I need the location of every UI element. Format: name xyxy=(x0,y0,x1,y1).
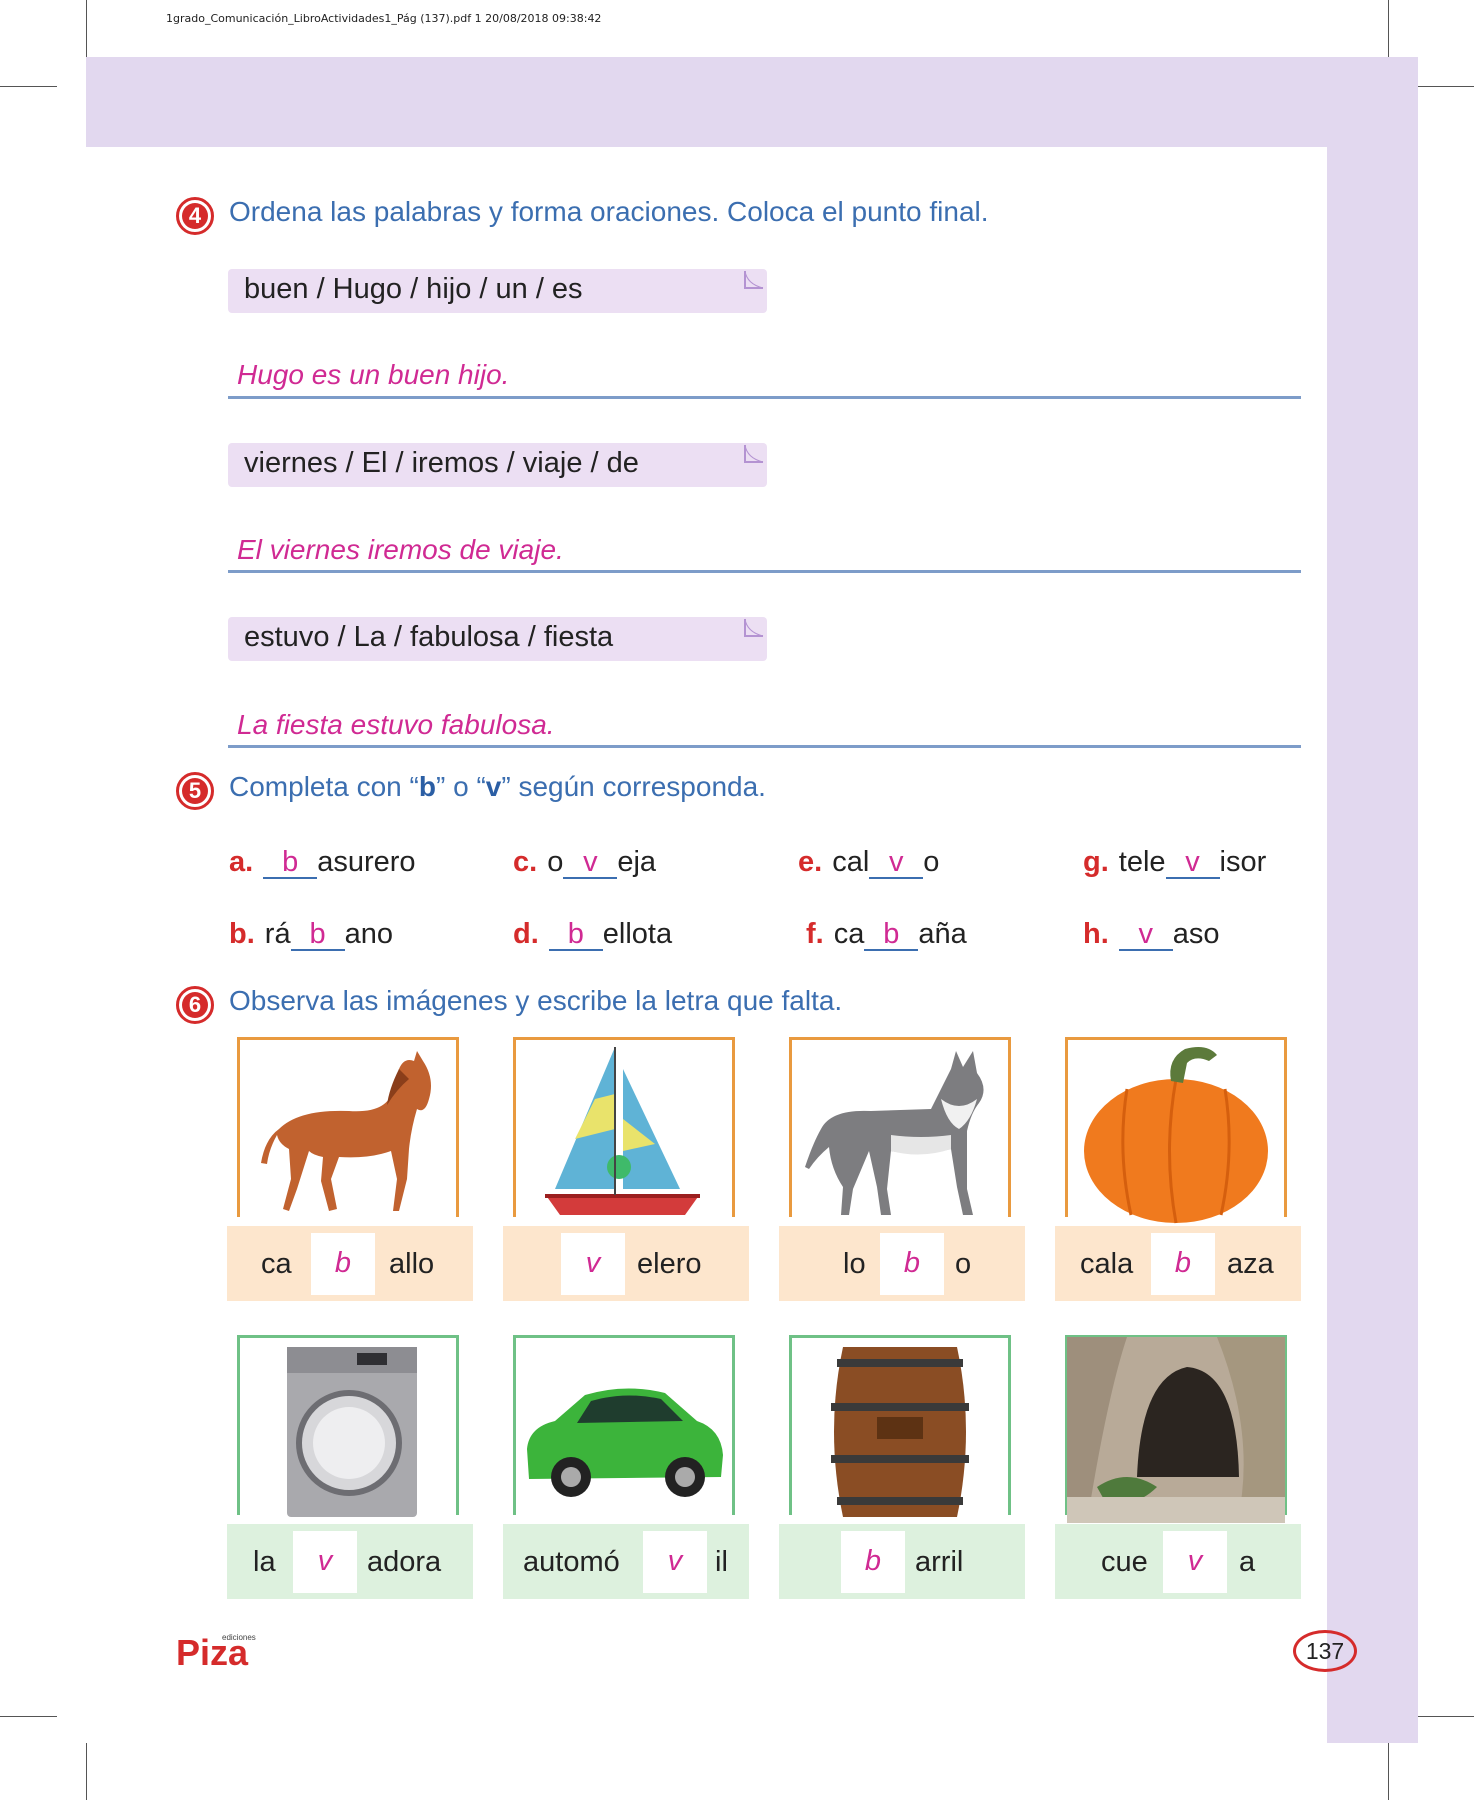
letter-b: b xyxy=(418,771,436,802)
word-band: ca b allo xyxy=(227,1226,473,1301)
letter-slot[interactable]: v xyxy=(643,1531,707,1593)
sailboat-image xyxy=(545,1047,700,1215)
crop-mark xyxy=(86,0,87,57)
word-strip: viernes / El / iremos / viaje / de xyxy=(228,443,767,487)
horse-image xyxy=(261,1051,431,1211)
answer-sentence[interactable]: Hugo es un buen hijo. xyxy=(237,359,509,391)
fill-item-c: c. o v eja xyxy=(513,846,657,879)
picture-card: cala b aza xyxy=(1055,1037,1301,1301)
fill-item-h: h. v aso xyxy=(1083,918,1220,951)
fill-item-b: b. rá b ano xyxy=(229,918,393,951)
word-band: cue v a xyxy=(1055,1524,1301,1599)
picture-card: ca b allo xyxy=(227,1037,473,1301)
car-image xyxy=(527,1388,723,1497)
crop-mark xyxy=(1418,1716,1474,1717)
word-band: automó v il xyxy=(503,1524,749,1599)
picture-card: cue v a xyxy=(1055,1335,1301,1599)
crop-mark xyxy=(1388,0,1389,57)
wolf-image xyxy=(805,1051,984,1215)
barrel-image xyxy=(831,1347,969,1517)
washing-machine-image xyxy=(287,1347,417,1517)
section-6-instruction: Observa las imágenes y escribe la letra … xyxy=(229,985,843,1016)
instruction-text: ” según corresponda. xyxy=(501,771,766,802)
word-band: la v adora xyxy=(227,1524,473,1599)
word-band: lo b o xyxy=(779,1226,1025,1301)
crop-mark xyxy=(0,86,57,87)
letter-v: v xyxy=(485,771,502,802)
word-band: cala b aza xyxy=(1055,1226,1301,1301)
section-4-instruction: Ordena las palabras y forma oraciones. C… xyxy=(229,196,989,227)
page-fold-icon xyxy=(744,618,764,637)
section-5-badge: 5 xyxy=(176,772,214,810)
crop-mark xyxy=(0,1716,57,1717)
fill-item-a: a. b asurero xyxy=(229,846,416,879)
letter-blank[interactable]: v xyxy=(563,847,618,879)
section-5-instruction: Completa con “b” o “v” según corresponda… xyxy=(229,771,766,803)
crop-mark xyxy=(1418,86,1474,87)
letter-slot[interactable]: b xyxy=(311,1233,375,1295)
top-band xyxy=(86,57,1418,147)
scrambled-words: buen / Hugo / hijo / un / es xyxy=(244,273,583,305)
answer-sentence[interactable]: El viernes iremos de viaje. xyxy=(237,534,564,566)
right-band xyxy=(1327,147,1418,1743)
fill-item-d: d. b ellota xyxy=(513,918,673,951)
answer-line xyxy=(228,396,1301,399)
word-band: v elero xyxy=(503,1226,749,1301)
letter-blank[interactable]: v xyxy=(1118,919,1173,951)
letter-blank[interactable]: b xyxy=(290,919,345,951)
letter-blank[interactable]: b xyxy=(263,847,318,879)
picture-card: lo b o xyxy=(779,1037,1025,1301)
answer-line xyxy=(228,570,1301,573)
crop-mark xyxy=(86,1743,87,1800)
letter-blank[interactable]: b xyxy=(864,919,919,951)
letter-slot[interactable]: b xyxy=(1151,1233,1215,1295)
piza-logo-icon: Piza ediciones xyxy=(176,1633,256,1667)
letter-blank[interactable]: v xyxy=(869,847,924,879)
section-6-badge: 6 xyxy=(176,986,214,1024)
letter-slot[interactable]: b xyxy=(841,1531,905,1593)
picture-card: b arril xyxy=(779,1335,1025,1599)
cave-image xyxy=(1067,1337,1285,1523)
letter-slot[interactable]: b xyxy=(880,1233,944,1295)
word-strip: buen / Hugo / hijo / un / es xyxy=(228,269,767,313)
crop-mark xyxy=(1388,1743,1389,1800)
page-fold-icon xyxy=(744,270,764,289)
page-fold-icon xyxy=(744,444,764,463)
word-band: b arril xyxy=(779,1524,1025,1599)
instruction-text: Completa con “ xyxy=(229,771,419,802)
answer-sentence[interactable]: La fiesta estuvo fabulosa. xyxy=(237,709,555,741)
scrambled-words: estuvo / La / fabulosa / fiesta xyxy=(244,621,614,653)
picture-card: la v adora xyxy=(227,1335,473,1599)
svg-text:ediciones: ediciones xyxy=(222,1633,256,1642)
instruction-text: ” o “ xyxy=(435,771,486,802)
fill-item-g: g. tele v isor xyxy=(1083,846,1267,879)
letter-slot[interactable]: v xyxy=(561,1233,625,1295)
fill-item-e: e. cal v o xyxy=(798,846,940,879)
letter-blank[interactable]: b xyxy=(548,919,603,951)
word-strip: estuvo / La / fabulosa / fiesta xyxy=(228,617,767,661)
page-number: 137 xyxy=(1293,1630,1357,1672)
file-header: 1grado_Comunicación_LibroActividades1_Pá… xyxy=(166,12,602,25)
scrambled-words: viernes / El / iremos / viaje / de xyxy=(244,447,639,479)
answer-line xyxy=(228,745,1301,748)
letter-slot[interactable]: v xyxy=(293,1531,357,1593)
letter-blank[interactable]: v xyxy=(1165,847,1220,879)
letter-slot[interactable]: v xyxy=(1163,1531,1227,1593)
picture-card: automó v il xyxy=(503,1335,749,1599)
fill-item-f: f. ca b aña xyxy=(806,918,967,951)
section-4-badge: 4 xyxy=(176,197,214,235)
picture-card: v elero xyxy=(503,1037,749,1301)
pumpkin-image xyxy=(1084,1047,1268,1224)
